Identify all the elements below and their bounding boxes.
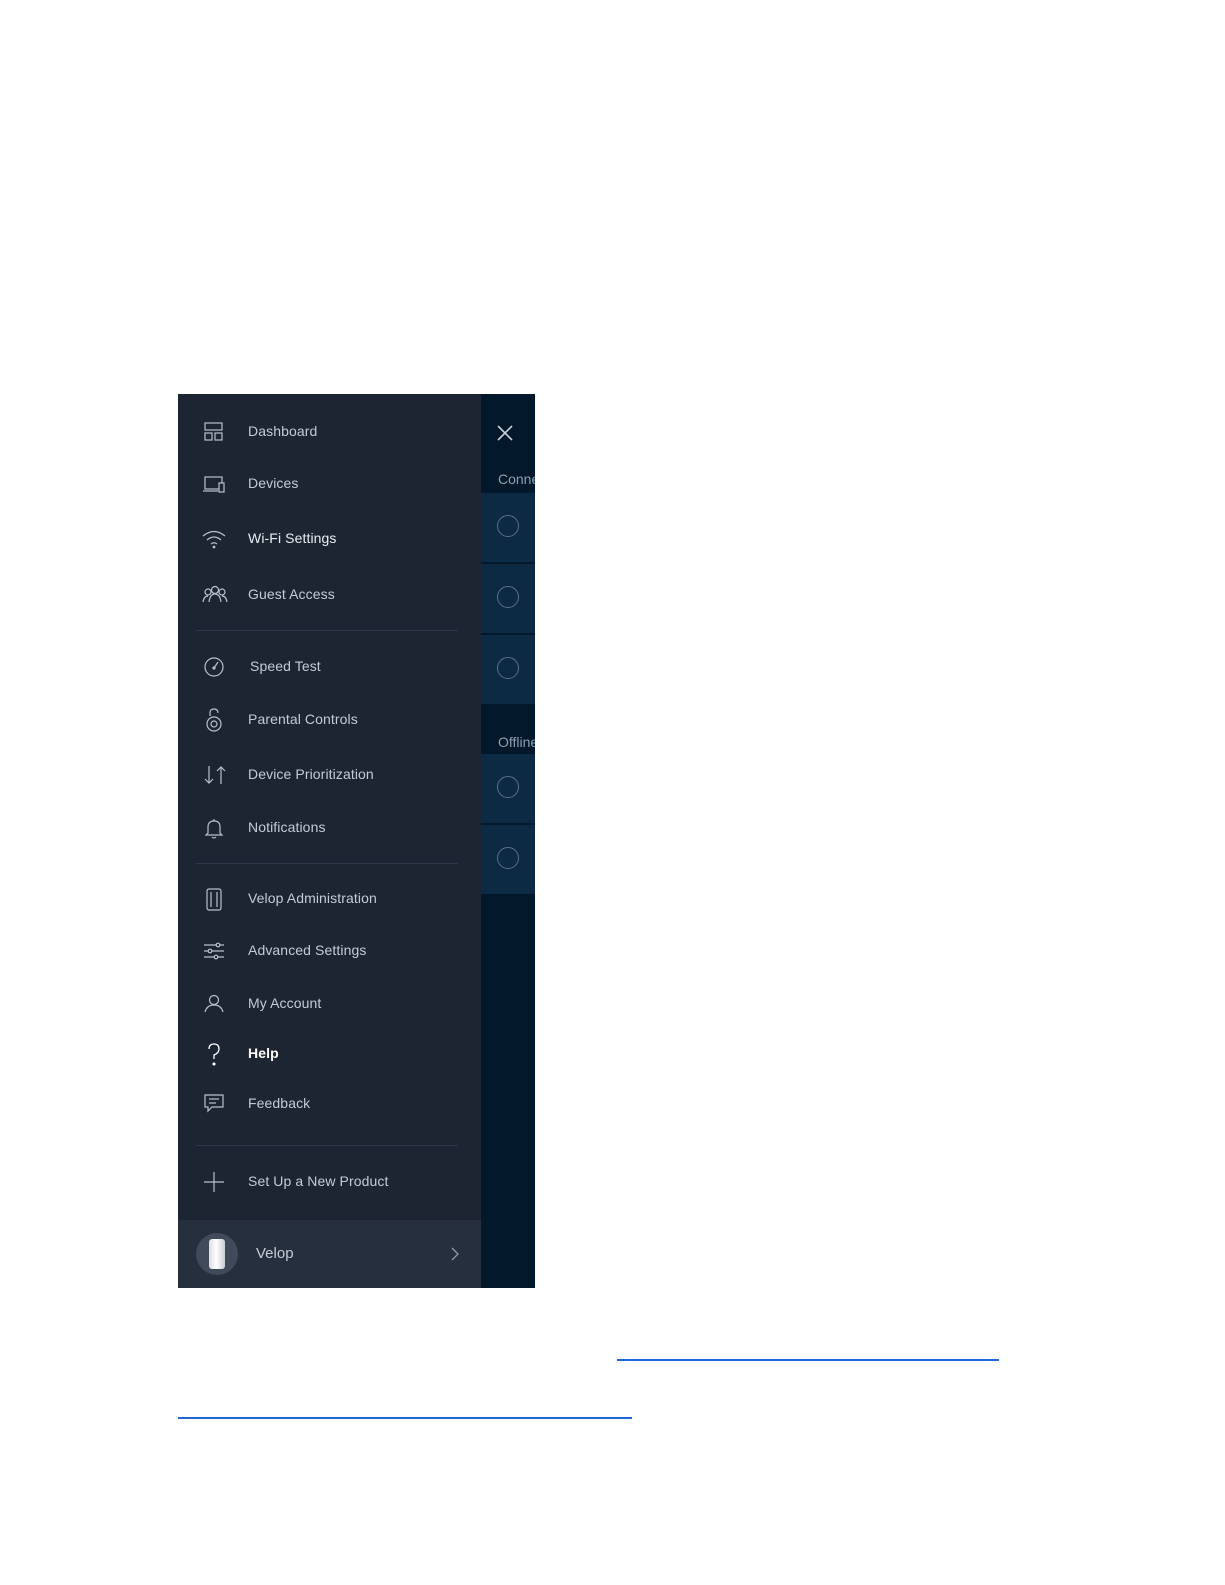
section-label-connected: Conne bbox=[498, 471, 535, 487]
network-name: Velop bbox=[256, 1245, 294, 1262]
menu-label: Guest Access bbox=[248, 586, 335, 602]
device-avatar bbox=[497, 515, 519, 537]
velop-node-avatar bbox=[196, 1233, 238, 1275]
velop-node-image bbox=[209, 1239, 225, 1269]
menu-item-parental-controls[interactable]: Parental Controls bbox=[178, 700, 481, 740]
dashboard-icon bbox=[202, 420, 226, 444]
lock-icon bbox=[202, 708, 226, 732]
question-icon bbox=[202, 1042, 226, 1066]
device-row[interactable] bbox=[480, 635, 535, 704]
plus-icon bbox=[202, 1170, 226, 1194]
priority-arrows-icon bbox=[202, 763, 226, 787]
menu-item-my-account[interactable]: My Account bbox=[178, 984, 481, 1024]
user-icon bbox=[202, 992, 226, 1016]
device-avatar bbox=[497, 657, 519, 679]
menu-label: Speed Test bbox=[250, 658, 321, 674]
menu-item-help[interactable]: Help bbox=[178, 1034, 481, 1074]
wifi-icon bbox=[202, 527, 226, 551]
device-avatar bbox=[497, 776, 519, 798]
close-icon[interactable] bbox=[494, 422, 516, 444]
hyperlink-underline[interactable] bbox=[178, 1417, 632, 1419]
hyperlink-underline[interactable] bbox=[617, 1359, 999, 1361]
menu-label: Dashboard bbox=[248, 423, 318, 439]
menu-item-feedback[interactable]: Feedback bbox=[178, 1084, 481, 1124]
menu-item-notifications[interactable]: Notifications bbox=[178, 808, 481, 848]
menu-item-device-prioritization[interactable]: Device Prioritization bbox=[178, 755, 481, 795]
menu-label: Wi-Fi Settings bbox=[248, 530, 337, 546]
chat-icon bbox=[202, 1092, 226, 1116]
menu-label: Help bbox=[248, 1045, 279, 1061]
menu-label: Notifications bbox=[248, 819, 326, 835]
chevron-right-icon bbox=[448, 1247, 462, 1261]
device-avatar bbox=[497, 847, 519, 869]
device-avatar bbox=[497, 586, 519, 608]
network-selector[interactable]: Velop bbox=[178, 1220, 481, 1288]
menu-label: Device Prioritization bbox=[248, 766, 374, 782]
velop-node-icon bbox=[202, 887, 226, 911]
menu-item-dashboard[interactable]: Dashboard bbox=[178, 412, 481, 452]
device-row[interactable] bbox=[480, 754, 535, 823]
menu-item-advanced-settings[interactable]: Advanced Settings bbox=[178, 931, 481, 971]
app-screenshot: Conne Offline Dashboard bbox=[178, 394, 535, 1288]
menu-item-set-up-new-product[interactable]: Set Up a New Product bbox=[178, 1162, 481, 1202]
divider bbox=[196, 1145, 458, 1146]
menu-item-velop-administration[interactable]: Velop Administration bbox=[178, 879, 481, 919]
menu-label: Set Up a New Product bbox=[248, 1173, 389, 1189]
page: Conne Offline Dashboard bbox=[0, 0, 1225, 1585]
section-label-offline: Offline bbox=[498, 734, 535, 750]
bell-icon bbox=[202, 816, 226, 840]
navigation-drawer: Dashboard Devices Wi-Fi Settings Guest A… bbox=[178, 394, 481, 1288]
device-row[interactable] bbox=[480, 825, 535, 894]
devices-icon bbox=[202, 472, 226, 496]
menu-label: Parental Controls bbox=[248, 711, 358, 727]
menu-label: Feedback bbox=[248, 1095, 311, 1111]
device-row[interactable] bbox=[480, 564, 535, 633]
divider bbox=[196, 863, 458, 864]
menu-item-wifi-settings[interactable]: Wi-Fi Settings bbox=[178, 519, 481, 559]
menu-item-guest-access[interactable]: Guest Access bbox=[178, 575, 481, 615]
sliders-icon bbox=[202, 939, 226, 963]
devices-panel-behind: Conne Offline bbox=[480, 394, 535, 1288]
menu-label: Velop Administration bbox=[248, 890, 377, 906]
speedometer-icon bbox=[202, 655, 226, 679]
menu-label: Devices bbox=[248, 475, 299, 491]
menu-item-speed-test[interactable]: Speed Test bbox=[178, 647, 481, 687]
divider bbox=[196, 630, 458, 631]
menu-item-devices[interactable]: Devices bbox=[178, 464, 481, 504]
guest-access-icon bbox=[202, 583, 228, 607]
device-row[interactable] bbox=[480, 493, 535, 562]
menu-label: My Account bbox=[248, 995, 322, 1011]
menu-label: Advanced Settings bbox=[248, 942, 367, 958]
